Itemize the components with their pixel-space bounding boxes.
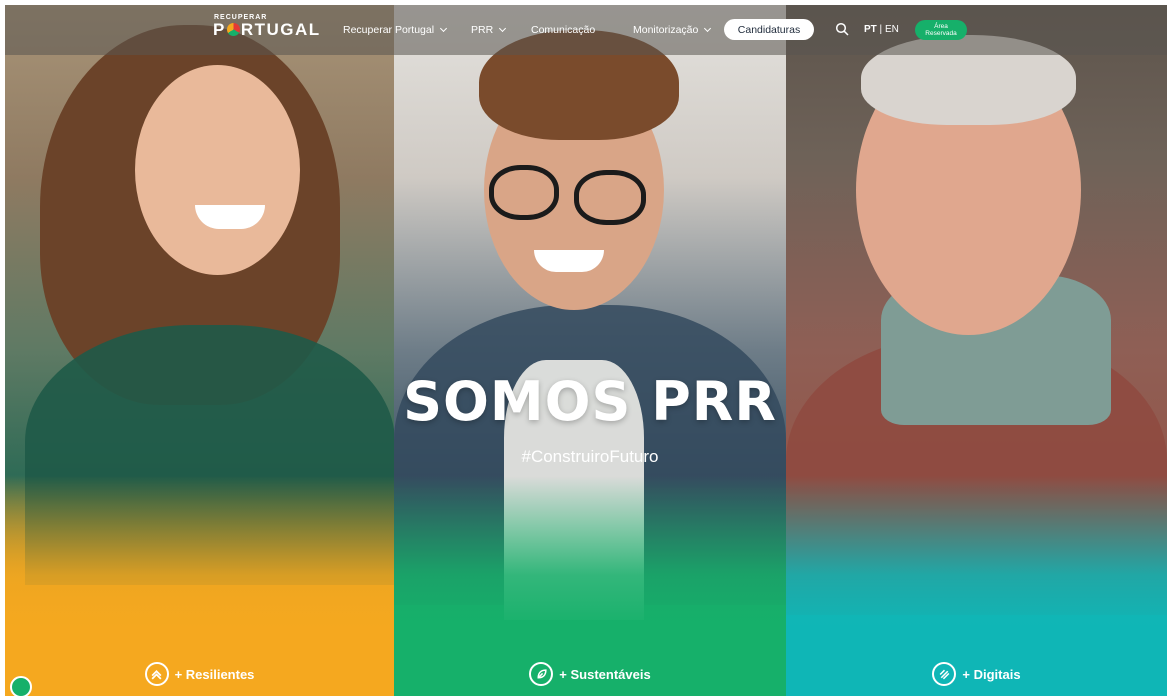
- leaf-icon: [529, 662, 554, 686]
- panel-link-sustentaveis[interactable]: + Sustentáveis: [394, 662, 786, 686]
- logo-big-text: P RTUGAL: [213, 20, 321, 39]
- search-icon[interactable]: [835, 22, 849, 36]
- glasses-lens: [489, 165, 559, 220]
- person-face: [135, 65, 300, 275]
- hero-title: SOMOS PRR: [403, 370, 777, 433]
- chevron-down-icon: [499, 24, 507, 33]
- nav-monitorizacao[interactable]: Monitorização: [633, 24, 712, 36]
- panel-label: + Sustentáveis: [559, 666, 651, 682]
- lang-pt[interactable]: PT: [864, 24, 877, 35]
- nav-recuperar-portugal[interactable]: Recuperar Portugal: [343, 24, 448, 36]
- nav-comunicacao[interactable]: Comunicação: [531, 24, 595, 36]
- panel-link-digitais[interactable]: + Digitais: [786, 662, 1167, 686]
- chevron-down-icon: [704, 24, 712, 33]
- lang-en[interactable]: EN: [885, 24, 899, 35]
- accessibility-icon[interactable]: [10, 676, 32, 696]
- site-logo[interactable]: RECUPERAR P RTUGAL: [213, 14, 321, 38]
- hero-hashtag: #ConstruiroFuturo: [521, 447, 659, 466]
- panel-sustentaveis: + Sustentáveis: [394, 5, 786, 696]
- person-smile: [534, 250, 604, 272]
- hero-stage: + Resilientes + Sustentáveis + Digitais: [5, 5, 1167, 696]
- glasses-lens: [574, 170, 646, 225]
- nav-prr[interactable]: PRR: [471, 24, 507, 36]
- panel-digitais: + Digitais: [786, 5, 1167, 696]
- panel-label: + Resilientes: [174, 666, 255, 682]
- language-switch: PT | EN: [864, 24, 899, 35]
- logo-o-icon: [226, 23, 240, 36]
- panel-link-resilientes[interactable]: + Resilientes: [5, 662, 394, 686]
- hero-text: SOMOS PRR #ConstruiroFuturo: [394, 370, 786, 467]
- chevron-down-icon: [440, 24, 448, 33]
- candidaturas-button[interactable]: Candidaturas: [724, 19, 814, 40]
- top-nav-bar: RECUPERAR P RTUGAL Recuperar Portugal PRR…: [5, 5, 1167, 55]
- cursor-icon: [932, 662, 957, 686]
- panel-label: + Digitais: [962, 666, 1021, 682]
- panel-resilientes: + Resilientes: [5, 5, 394, 696]
- chevrons-up-icon: [144, 662, 169, 686]
- area-reservada-button[interactable]: Área Reservada: [915, 20, 967, 40]
